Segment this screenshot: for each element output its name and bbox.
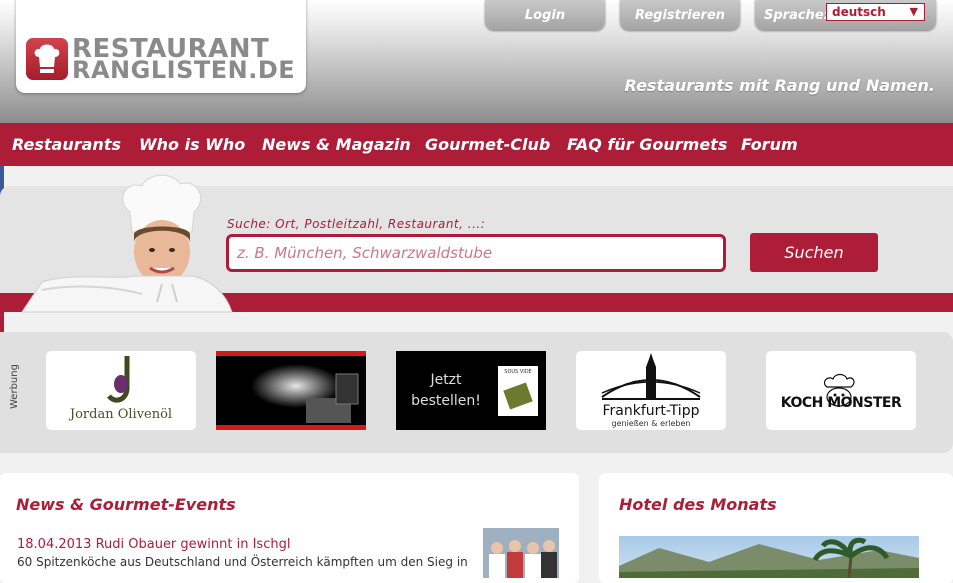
chefs-group-photo (483, 528, 559, 578)
ads-section-label: Werbung (9, 364, 20, 409)
hotel-panel-title: Hotel des Monats (619, 495, 777, 514)
main-nav: Restaurants Who is Who News & Magazin Go… (0, 123, 953, 166)
hotel-photo[interactable] (619, 536, 919, 578)
language-select[interactable]: deutsch ▼ (826, 3, 925, 21)
ad-jetzt-text: Jetzt bestellen! (396, 370, 496, 412)
nav-item-news[interactable]: News & Magazin (262, 123, 411, 166)
news-thumbnail[interactable] (483, 528, 559, 578)
ad-jetzt-bestellen[interactable]: Jetzt bestellen! SOUS VIDE (396, 351, 546, 430)
ad-jordan-olivenoel[interactable]: Jordan Olivenöl (46, 351, 196, 430)
ad-frankfurt-text: Frankfurt-Tipp (602, 403, 700, 419)
logo-text-ranglisten: RANGLISTEN.DE (72, 56, 296, 84)
ad-frankfurt-tipp[interactable]: Frankfurt-Tipp genießen & erleben (576, 351, 726, 430)
nav-item-restaurants[interactable]: Restaurants (12, 123, 121, 166)
chef-hat-logo-icon (26, 38, 68, 80)
news-panel-title: News & Gourmet-Events (16, 495, 236, 514)
search-label: Suche: Ort, Postleitzahl, Restaurant, ..… (227, 217, 486, 231)
chef-woman-illustration (21, 174, 233, 313)
ad-kochmonster-text: KOCH MONSTER (780, 395, 902, 411)
hotel-landscape-image (619, 537, 919, 578)
search-button[interactable]: Suchen (750, 233, 878, 272)
nav-item-faq[interactable]: FAQ für Gourmets (567, 123, 727, 166)
site-tagline: Restaurants mit Rang und Namen. (624, 76, 935, 95)
olive-j-logo-icon (107, 356, 130, 403)
register-button[interactable]: Registrieren (620, 0, 740, 30)
ad-frankfurt-subtext: genießen & erleben (611, 419, 691, 428)
language-select-value: deutsch (832, 5, 886, 19)
frankfurt-bridge-logo-icon (601, 353, 701, 400)
ad-jetzt-line1: Jetzt (430, 372, 462, 388)
news-teaser-text: 60 Spitzenköche aus Deutschland und Öste… (17, 555, 468, 569)
language-label: Sprache: (764, 8, 829, 23)
nav-item-gourmet-club[interactable]: Gourmet-Club (425, 123, 550, 166)
nav-item-who-is-who[interactable]: Who is Who (139, 123, 245, 166)
ad-kitchen-appliance[interactable] (216, 351, 366, 430)
search-input[interactable]: z. B. München, Schwarzwaldstube (226, 234, 726, 272)
login-button[interactable]: Login (485, 0, 605, 30)
steam-oven-image (251, 364, 359, 423)
sous-vide-book-cover: SOUS VIDE (498, 366, 538, 416)
news-headline-link[interactable]: 18.04.2013 Rudi Obauer gewinnt in Ischgl (17, 537, 290, 552)
ad-jetzt-line2: bestellen! (411, 393, 481, 409)
ad-kochmonster[interactable]: KOCH MONSTER (766, 351, 916, 430)
chevron-down-icon: ▼ (909, 5, 918, 18)
ad-jordan-text: Jordan Olivenöl (69, 407, 173, 422)
sous-vide-badge: SOUS VIDE (504, 369, 532, 375)
site-logo[interactable]: RESTAURANT RANGLISTEN.DE (16, 0, 306, 93)
language-switcher: Sprache: deutsch ▼ (755, 0, 936, 30)
nav-item-forum[interactable]: Forum (741, 123, 798, 166)
sous-vide-photo (503, 382, 533, 410)
site-header: RESTAURANT RANGLISTEN.DE Login Registrie… (0, 0, 953, 123)
